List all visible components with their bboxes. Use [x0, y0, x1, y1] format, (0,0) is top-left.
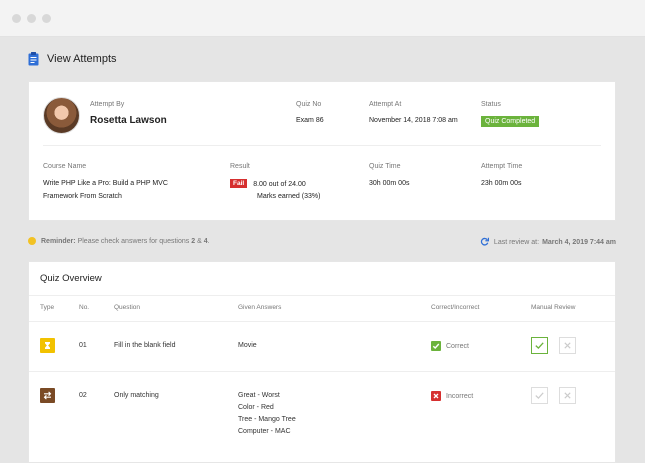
last-review: Last review at: March 4, 2019 7:44 am: [480, 237, 616, 248]
quiz-overview-title: Quiz Overview: [40, 273, 102, 284]
attempt-at-value: November 14, 2018 7:08 am: [369, 117, 458, 124]
refresh-icon[interactable]: [480, 237, 490, 248]
row-result-label: Correct: [446, 342, 469, 350]
reminder-q1: 2: [191, 237, 196, 245]
course-name-line2: Framework From Scratch: [43, 193, 122, 200]
reminder-bar: Reminder: Please check answers for quest…: [28, 237, 210, 245]
hourglass-icon: [40, 338, 55, 353]
status-badge: Quiz Completed: [481, 116, 540, 127]
attempt-by-label: Attempt By: [90, 101, 125, 108]
student-name: Rosetta Lawson: [90, 115, 167, 126]
quiz-overview-card: Quiz Overview Type No. Question Given An…: [28, 261, 616, 463]
answer-line: Tree - Mango Tree: [238, 416, 296, 423]
window-close-dot[interactable]: [12, 14, 21, 23]
last-review-label: Last review at:: [493, 239, 540, 246]
window-maximize-dot[interactable]: [42, 14, 51, 23]
reminder-body: Please check answers for questions: [77, 237, 190, 245]
attempt-at-label: Attempt At: [369, 101, 402, 108]
window-titlebar: [0, 0, 645, 37]
swap-icon: [40, 388, 55, 403]
reminder-suffix: .: [207, 237, 210, 245]
answer-line: Color - Red: [238, 404, 274, 411]
row-divider: [29, 321, 615, 322]
summary-divider: [43, 145, 601, 146]
course-name-label: Course Name: [43, 163, 87, 170]
quiz-time-value: 30h 00m 00s: [369, 180, 410, 187]
course-name-line1: Write PHP Like a Pro: Build a PHP MVC: [43, 180, 168, 187]
status-label: Status: [481, 101, 501, 108]
col-type: Type: [40, 304, 55, 311]
attempt-time-value: 23h 00m 00s: [481, 180, 522, 187]
cross-icon: [431, 391, 441, 401]
info-icon: [28, 237, 36, 245]
row-result: Correct: [431, 341, 469, 351]
answer-line: Great - Worst: [238, 392, 280, 399]
avatar: [43, 97, 80, 134]
row-question: Fill in the blank field: [114, 342, 176, 349]
result-marks: Marks earned (33%): [257, 193, 321, 200]
header-divider: [29, 295, 615, 296]
row-question: Only matching: [114, 392, 159, 399]
last-review-value: March 4, 2019 7:44 am: [542, 239, 616, 246]
row-result: Incorrect: [431, 391, 473, 401]
attempt-summary-card: Attempt By Rosetta Lawson Quiz No Exam 8…: [28, 81, 616, 221]
col-no: No.: [79, 304, 90, 311]
result-score: 8.00 out of 24.00: [253, 181, 306, 188]
result-label: Result: [230, 163, 250, 170]
page-header: View Attempts: [28, 52, 117, 66]
col-correct-incorrect: Correct/Incorrect: [431, 304, 480, 311]
attempt-time-label: Attempt Time: [481, 163, 523, 170]
row-divider: [29, 371, 615, 372]
quiz-no-label: Quiz No: [296, 101, 322, 108]
row-answers: Great - Worst Color - Red Tree - Mango T…: [238, 392, 296, 440]
col-manual-review: Manual Review: [531, 304, 576, 311]
page-title: View Attempts: [47, 53, 117, 65]
col-given-answers: Given Answers: [238, 304, 282, 311]
row-answer: Movie: [238, 342, 257, 349]
reminder-prefix: Reminder:: [41, 237, 76, 245]
window-minimize-dot[interactable]: [27, 14, 36, 23]
row-result-label: Incorrect: [446, 392, 474, 400]
col-question: Question: [114, 304, 141, 311]
quiz-time-label: Quiz Time: [369, 163, 401, 170]
mark-incorrect-button[interactable]: [559, 337, 576, 354]
row-no: 02: [79, 392, 87, 399]
mark-incorrect-button[interactable]: [559, 387, 576, 404]
mark-correct-button[interactable]: [531, 337, 548, 354]
clipboard-icon: [28, 52, 39, 66]
reminder-text: Reminder: Please check answers for quest…: [41, 238, 210, 245]
row-no: 01: [79, 342, 87, 349]
quiz-no-value: Exam 86: [296, 117, 324, 124]
mark-correct-button[interactable]: [531, 387, 548, 404]
check-icon: [431, 341, 441, 351]
fail-badge: Fail: [230, 179, 248, 188]
answer-line: Computer - MAC: [238, 428, 291, 435]
result-value: Fail 8.00 out of 24.00: [230, 179, 306, 188]
reminder-amp: &: [197, 237, 202, 245]
